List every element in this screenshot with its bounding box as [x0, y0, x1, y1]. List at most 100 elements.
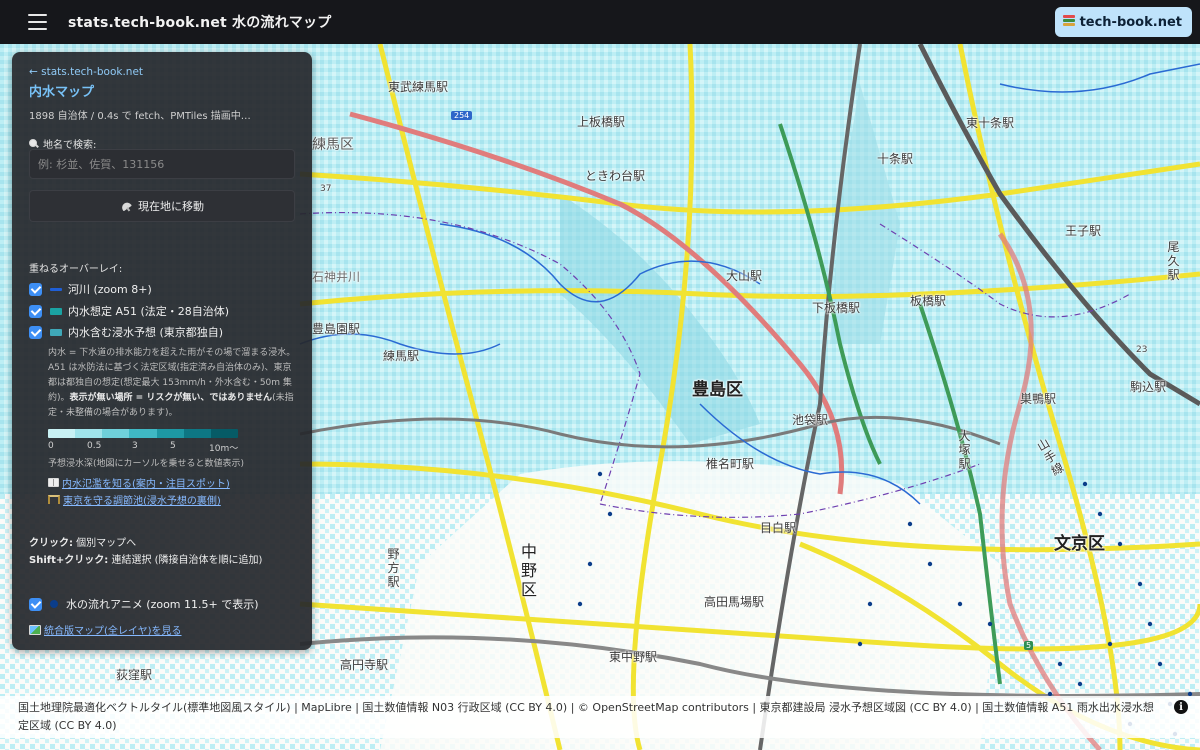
water-flow-dot [597, 471, 603, 477]
map-icon [29, 624, 41, 635]
layer-label: 河川 (zoom 8+) [68, 283, 152, 296]
map-label-station: 板橋駅 [910, 294, 947, 308]
top-bar: stats.tech-book.net 水の流れマップ tech-book.ne… [0, 0, 1200, 44]
water-flow-dot [1107, 641, 1113, 647]
open-book-icon [48, 478, 59, 487]
hint-text: 連結選択 (隣接自治体を順に追加) [108, 555, 263, 566]
click-hint: クリック: 個別マップへ [29, 534, 136, 549]
map-label-station-vertical: 尾久駅 [1167, 240, 1180, 282]
legend-color-step [75, 429, 103, 438]
place-search-input[interactable] [29, 149, 295, 179]
locate-me-button[interactable]: 現在地に移動 [29, 190, 295, 222]
combined-map-link[interactable]: 統合版マップ(全レイヤ)を見る [29, 622, 182, 637]
map-label-station: 椎名町駅 [706, 457, 755, 471]
map-label-station: 荻窪駅 [116, 668, 153, 682]
panel-title: 内水マップ [29, 85, 95, 100]
reservoir-link[interactable]: 東京を守る調節池(浸水予想の裏側) [48, 492, 221, 507]
legend-tick: 3 [132, 441, 138, 451]
map-label-station: 豊島園駅 [312, 322, 361, 336]
water-flow-dot [1157, 661, 1163, 667]
back-link[interactable]: ← stats.tech-book.net [29, 66, 143, 78]
water-flow-dot [1077, 681, 1083, 687]
water-flow-dot [577, 601, 583, 607]
route-marker-37: 37 [320, 184, 332, 194]
layer-toggle-river[interactable]: 河川 (zoom 8+) [29, 281, 152, 297]
flow-dot-icon [50, 600, 58, 608]
load-status: 1898 自治体 / 0.4s で fetch、PMTiles 描画中… [29, 111, 251, 122]
hint-text: 個別マップへ [73, 538, 137, 549]
legend-color-step [102, 429, 130, 438]
hint-key: Shift+クリック: [29, 555, 109, 566]
map-label-station: ときわ台駅 [585, 169, 646, 183]
river-swatch-icon [50, 287, 62, 291]
tokyo-forecast-swatch-icon [50, 328, 62, 336]
map-label-station: 下板橋駅 [812, 301, 861, 315]
explanation-text: 内水 = 下水道の排水能力を超えた雨がその場で溜まる浸水。A51 は水防法に基づ… [48, 346, 298, 421]
learn-inland-flooding-link[interactable]: 内水氾濫を知る(案内・注目スポット) [48, 475, 230, 490]
explanation-bold: 表示が無い場所 = リスクが無い、ではありません [69, 393, 273, 403]
map-label-station: 東武練馬駅 [388, 80, 449, 94]
route-shield-5: 5 [1024, 641, 1034, 650]
flow-label: 水の流れアニメ (zoom 11.5+ で表示) [66, 598, 259, 611]
map-label-station: 池袋駅 [792, 413, 829, 427]
map-label-station: 王子駅 [1065, 224, 1102, 238]
route-shield-254: 254 [451, 111, 473, 120]
map-label-station: 練馬駅 [383, 349, 420, 363]
layer-toggle-tokyo-forecast[interactable]: 内水含む浸水予想 (東京都独自) [29, 324, 223, 340]
water-flow-dot [987, 621, 993, 627]
magnifier-icon [29, 138, 39, 149]
a51-swatch-icon [50, 307, 62, 315]
water-flow-dot [1057, 661, 1063, 667]
water-flow-dot [857, 641, 863, 647]
brand-label: tech-book.net [1079, 14, 1182, 30]
map-label-station: 東中野駅 [609, 650, 658, 664]
water-flow-dot [1117, 541, 1123, 547]
map-label-ward: 文京区 [1054, 534, 1105, 554]
map-label-ward: 練馬区 [312, 137, 354, 153]
legend-tick: 5 [170, 441, 176, 451]
map-label-ward: 豊島区 [692, 380, 743, 400]
shift-click-hint: Shift+クリック: 連結選択 (隣接自治体を順に追加) [29, 551, 262, 566]
water-flow-dot [607, 511, 613, 517]
locate-button-label: 現在地に移動 [138, 200, 204, 213]
layer-toggle-a51[interactable]: 内水想定 A51 (法定・28自治体) [29, 303, 229, 319]
water-flow-dot [867, 601, 873, 607]
checkbox-checked[interactable] [29, 304, 42, 318]
map-label-station-vertical: 大塚駅 [958, 429, 971, 471]
map-label-station: 十条駅 [877, 152, 914, 166]
link-label: 東京を守る調節池(浸水予想の裏側) [63, 496, 221, 507]
checkbox-checked[interactable] [29, 325, 42, 339]
legend-color-step [183, 429, 211, 438]
water-flow-dot [587, 561, 593, 567]
water-flow-dot [1082, 481, 1088, 487]
link-label: 内水氾濫を知る(案内・注目スポット) [62, 479, 230, 490]
legend-color-step [156, 429, 184, 438]
checkbox-checked[interactable] [29, 282, 42, 296]
flow-animation-toggle[interactable]: 水の流れアニメ (zoom 11.5+ で表示) [29, 596, 259, 612]
water-flow-dot [957, 601, 963, 607]
satellite-dish-icon [118, 198, 135, 215]
checkbox-checked[interactable] [29, 597, 42, 611]
map-attribution: 国土地理院最適化ベクトルタイル(標準地図風スタイル) | MapLibre | … [0, 696, 1200, 738]
map-label-station: 東十条駅 [966, 116, 1015, 130]
map-label-ward-vertical: 中野区 [520, 542, 537, 599]
map-label-station-vertical: 野方駅 [387, 547, 400, 589]
water-flow-dot [927, 561, 933, 567]
overlay-heading: 重ねるオーバーレイ: [29, 264, 123, 275]
info-icon[interactable]: i [1174, 700, 1188, 714]
legend-tick: 0 [48, 441, 54, 451]
water-flow-dot [1097, 511, 1103, 517]
tech-book-link-button[interactable]: tech-book.net [1054, 7, 1192, 37]
water-flow-dot [1147, 621, 1153, 627]
attribution-text: 国土地理院最適化ベクトルタイル(標準地図風スタイル) | MapLibre | … [18, 701, 1154, 732]
layer-label: 内水想定 A51 (法定・28自治体) [68, 305, 230, 318]
hamburger-menu-icon[interactable] [28, 14, 47, 30]
link-label: 統合版マップ(全レイヤ)を見る [44, 626, 182, 637]
water-flow-dot [1137, 581, 1143, 587]
water-flow-dot [907, 521, 913, 527]
book-stack-icon [1062, 15, 1075, 29]
map-label-station: 目白駅 [760, 521, 797, 535]
map-label-station: 高円寺駅 [340, 658, 389, 672]
gate-icon [48, 495, 60, 504]
legend-caption: 予想浸水深(地図にカーソルを乗せると数値表示) [48, 459, 245, 469]
